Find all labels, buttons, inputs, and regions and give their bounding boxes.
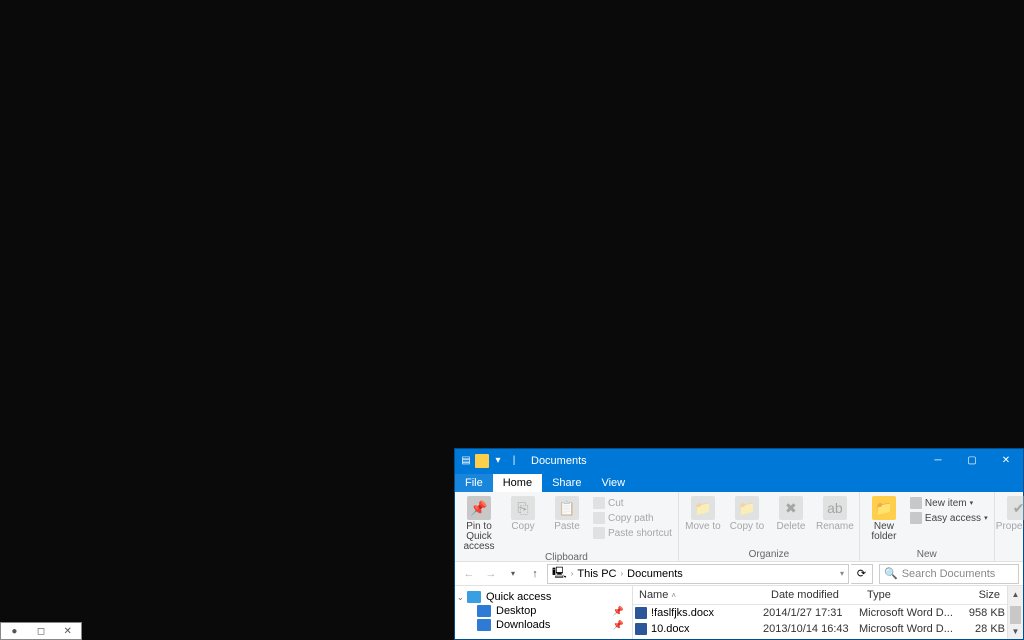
tab-file[interactable]: File [455, 474, 493, 492]
file-name: 10.docx [651, 623, 690, 635]
navigation-pane: ⌄Quick access Desktop📌 Downloads📌 ›OneDr… [455, 586, 633, 639]
qat-caret-icon[interactable]: ▾ [491, 454, 505, 468]
file-date: 2014/1/27 17:31 [763, 607, 859, 619]
refresh-button[interactable]: ⟳ [851, 564, 873, 584]
properties-button[interactable]: ✔Properties [998, 494, 1024, 532]
file-name: !faslfjks.docx [651, 607, 714, 619]
address-bar: ← → ▾ ↑ 🖳 › This PC › Documents ▾ ⟳ 🔍 Se… [455, 562, 1023, 586]
title-separator: | [507, 454, 521, 468]
pin-quick-access-button[interactable]: 📌Pin to Quick access [458, 494, 500, 552]
group-new-label: New [863, 549, 991, 561]
qat-properties-icon[interactable]: ▤ [459, 454, 473, 468]
column-headers[interactable]: Name ˄ Date modified Type Size [633, 586, 1007, 605]
window-title: Documents [525, 455, 921, 467]
col-size[interactable]: Size [955, 586, 1007, 604]
nav-onedrive[interactable]: ›OneDrive [455, 638, 632, 639]
pin-icon: 📌 [613, 606, 624, 617]
move-to-button[interactable]: 📁Move to [682, 494, 724, 532]
taskbar-thumbnail[interactable]: ● ◻ ✕ [0, 622, 82, 640]
group-organize-label: Organize [682, 549, 856, 561]
copy-to-button[interactable]: 📁Copy to [726, 494, 768, 532]
table-row[interactable]: !faslfjks.docx 2014/1/27 17:31Microsoft W… [633, 605, 1007, 621]
group-open-label: Open [998, 549, 1024, 561]
task-close-icon[interactable]: ✕ [54, 626, 81, 637]
task-restore-icon[interactable]: ◻ [28, 626, 55, 637]
nav-recent-button[interactable]: ▾ [503, 564, 523, 584]
close-button[interactable]: ✕ [989, 449, 1023, 472]
easy-access-button[interactable]: Easy access▾ [907, 511, 991, 525]
nav-up-button[interactable]: ↑ [525, 564, 545, 584]
file-explorer-window: ▤ ▾ | Documents ─ ▢ ✕ File Home Share Vi… [454, 448, 1024, 640]
col-date[interactable]: Date modified [765, 586, 861, 604]
breadcrumb[interactable]: 🖳 › This PC › Documents ▾ [547, 564, 849, 584]
file-size: 28 KB [953, 623, 1005, 635]
cut-button[interactable]: Cut [590, 496, 675, 510]
file-size: 958 KB [953, 607, 1005, 619]
delete-button[interactable]: ✖Delete [770, 494, 812, 532]
titlebar[interactable]: ▤ ▾ | Documents ─ ▢ ✕ [455, 449, 1023, 472]
copy-button[interactable]: ⎘Copy [502, 494, 544, 532]
nav-downloads[interactable]: Downloads📌 [455, 618, 632, 632]
ribbon-tabs: File Home Share View [455, 472, 1023, 492]
maximize-button[interactable]: ▢ [955, 449, 989, 472]
crumb-dropdown-icon[interactable]: ▾ [840, 569, 844, 578]
crumb-this-pc[interactable]: This PC [577, 568, 616, 580]
ribbon: 📌Pin to Quick access ⎘Copy 📋Paste Cut Co… [455, 492, 1023, 562]
pin-icon: 📌 [613, 620, 624, 631]
tab-view[interactable]: View [591, 474, 635, 492]
scrollbar[interactable]: ▲ ▼ [1007, 586, 1023, 639]
nav-quick-access[interactable]: ⌄Quick access [455, 590, 632, 604]
col-name[interactable]: Name ˄ [633, 586, 765, 604]
nav-back-button[interactable]: ← [459, 564, 479, 584]
new-item-button[interactable]: New item▾ [907, 496, 991, 510]
rename-button[interactable]: abRename [814, 494, 856, 532]
crumb-documents[interactable]: Documents [627, 568, 683, 580]
table-row[interactable]: 10.docx 2013/10/14 16:43Microsoft Word D.… [633, 621, 1007, 637]
file-icon [635, 623, 647, 635]
col-type[interactable]: Type [861, 586, 955, 604]
nav-desktop[interactable]: Desktop📌 [455, 604, 632, 618]
paste-shortcut-button[interactable]: Paste shortcut [590, 526, 675, 540]
minimize-button[interactable]: ─ [921, 449, 955, 472]
search-icon: 🔍 [884, 567, 898, 580]
search-input[interactable]: 🔍 Search Documents [879, 564, 1019, 584]
scroll-down-icon[interactable]: ▼ [1008, 623, 1023, 639]
task-app-icon: ● [1, 626, 28, 637]
new-folder-button[interactable]: 📁New folder [863, 494, 905, 542]
paste-button[interactable]: 📋Paste [546, 494, 588, 532]
scroll-thumb[interactable] [1010, 606, 1021, 624]
qat-newfolder-icon[interactable] [475, 454, 489, 468]
nav-forward-button[interactable]: → [481, 564, 501, 584]
file-list: !faslfjks.docx 2014/1/27 17:31Microsoft W… [633, 605, 1007, 639]
folder-icon: 🖳 [552, 564, 567, 583]
copy-path-button[interactable]: Copy path [590, 511, 675, 525]
scroll-up-icon[interactable]: ▲ [1008, 586, 1023, 602]
tab-share[interactable]: Share [542, 474, 591, 492]
tab-home[interactable]: Home [493, 474, 542, 492]
file-icon [635, 607, 647, 619]
file-type: Microsoft Word D... [859, 623, 953, 635]
file-date: 2013/10/14 16:43 [763, 623, 859, 635]
table-row[interactable]: 58081byr .pptx2013/5/18 12:50Microsoft P… [633, 637, 1007, 639]
file-type: Microsoft Word D... [859, 607, 953, 619]
